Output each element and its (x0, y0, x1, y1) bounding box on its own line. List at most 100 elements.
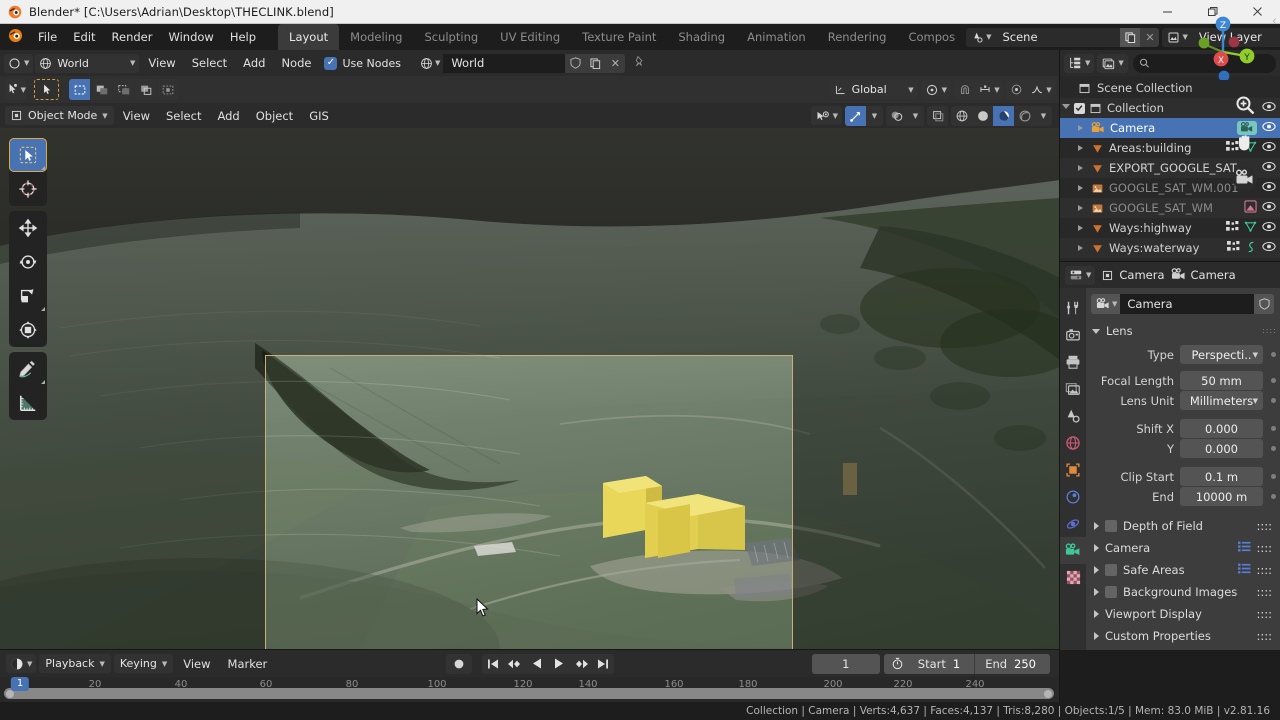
panel-camera[interactable]: Camera :::: (1086, 537, 1280, 559)
animate-property-dot[interactable] (1271, 446, 1276, 451)
visibility-selector[interactable]: ▼ (810, 106, 842, 125)
menu-help[interactable]: Help (222, 27, 264, 47)
timeline-scrollbar[interactable] (4, 688, 1054, 699)
editor-type-selector[interactable]: ▼ (4, 53, 34, 73)
view-layer-browse-button[interactable]: ▼ (1162, 27, 1191, 47)
tool-measure[interactable] (9, 386, 47, 420)
outliner-row-ways-highway[interactable]: Ways:highway (1060, 218, 1280, 238)
show-gizmo-toggle[interactable] (845, 105, 866, 126)
next-keyframe-button[interactable] (570, 654, 592, 674)
menu-edit[interactable]: Edit (65, 27, 103, 47)
vp-menu-select[interactable]: Select (159, 106, 208, 126)
shading-material-preview-button[interactable] (993, 105, 1014, 126)
auto-keying-button[interactable] (446, 653, 472, 674)
modifier-icon[interactable] (1226, 220, 1239, 236)
expand-toggle[interactable] (1072, 225, 1088, 231)
outliner-row-google-sat-wm[interactable]: GOOGLE_SAT_WM (1060, 198, 1280, 218)
depth-of-field-checkbox[interactable] (1105, 520, 1117, 532)
tab-modifiers[interactable] (1060, 483, 1086, 510)
tab-sculpting[interactable]: Sculpting (413, 24, 489, 50)
modifier-icon[interactable] (1227, 240, 1240, 256)
tab-texture-paint[interactable]: Texture Paint (571, 24, 667, 50)
tab-texture[interactable] (1060, 564, 1086, 591)
tab-tool[interactable] (1060, 294, 1086, 321)
visibility-eye-icon[interactable] (1262, 221, 1276, 235)
overlay-options-dropdown[interactable]: ▼ (907, 106, 924, 126)
menu-render[interactable]: Render (104, 27, 161, 47)
presets-list-icon[interactable] (1237, 541, 1251, 555)
shift-x-field[interactable]: 0.000 (1180, 419, 1263, 438)
collection-enable-checkbox[interactable] (1072, 102, 1086, 114)
select-subtract-button[interactable] (113, 79, 134, 100)
shader-type-selector[interactable]: World ▼ (35, 53, 140, 73)
select-box-button[interactable] (69, 79, 90, 100)
tab-modeling[interactable]: Modeling (339, 24, 413, 50)
tool-move[interactable] (9, 211, 47, 245)
timeline-playhead[interactable]: 1 (10, 677, 30, 691)
scene-name[interactable]: Scene (994, 27, 1121, 47)
tab-rendering[interactable]: Rendering (817, 24, 898, 50)
camera-view-icon[interactable] (1232, 166, 1258, 192)
presets-list-icon[interactable] (1237, 563, 1251, 577)
outliner-display-mode-selector[interactable]: ▼ (1064, 53, 1095, 73)
play-reverse-button[interactable] (526, 654, 548, 674)
tab-layout[interactable]: Layout (278, 24, 340, 50)
node-menu-add[interactable]: Add (236, 53, 272, 73)
proportional-edit-toggle[interactable] (1006, 80, 1027, 100)
menu-window[interactable]: Window (160, 27, 221, 47)
breadcrumb-object[interactable]: Camera (1101, 268, 1165, 282)
interaction-mode-selector[interactable]: Object Mode ▼ (5, 106, 114, 125)
world-unlink-button[interactable]: ✕ (605, 53, 626, 73)
expand-toggle[interactable] (1072, 205, 1088, 211)
tool-scale[interactable] (9, 279, 47, 313)
node-menu-view[interactable]: View (141, 53, 182, 73)
timeline-track[interactable]: 20 40 60 80 100 120 140 160 180 200 220 … (0, 677, 1060, 702)
expand-toggle[interactable] (1072, 145, 1088, 151)
prev-keyframe-button[interactable] (504, 654, 526, 674)
tab-animation[interactable]: Animation (736, 24, 817, 50)
visibility-eye-icon[interactable] (1262, 141, 1276, 155)
select-extend-button[interactable] (91, 79, 112, 100)
minimize-button[interactable] (1145, 0, 1190, 24)
outliner-properties-splitter[interactable] (1060, 261, 1280, 262)
navigation-gizmo[interactable]: Z Y X (1188, 10, 1258, 82)
panel-depth-of-field[interactable]: Depth of Field :::: (1086, 515, 1280, 537)
tool-select-box-active[interactable] (34, 79, 59, 100)
shift-y-field[interactable]: 0.000 (1180, 439, 1263, 458)
animate-property-dot[interactable] (1271, 378, 1276, 383)
fake-user-button[interactable] (1254, 294, 1274, 314)
outliner-filter-selector[interactable]: ▼ (1097, 53, 1128, 73)
material-icon[interactable] (1244, 200, 1257, 216)
visibility-eye-icon[interactable] (1262, 201, 1276, 215)
vp-menu-gis[interactable]: GIS (302, 106, 336, 126)
sidebar-collapse-icon[interactable]: ‹ (1272, 14, 1277, 29)
use-nodes-toggle[interactable]: ✓ Use Nodes (320, 56, 409, 70)
animate-property-dot[interactable] (1271, 474, 1276, 479)
gizmo-options-dropdown[interactable]: ▼ (866, 106, 883, 126)
visibility-eye-icon[interactable] (1262, 241, 1276, 255)
world-new-button[interactable] (585, 53, 606, 73)
expand-toggle[interactable] (1072, 185, 1088, 191)
animate-property-dot[interactable] (1271, 426, 1276, 431)
tab-render[interactable] (1060, 321, 1086, 348)
play-button[interactable] (548, 654, 570, 674)
outliner-row-ways-waterway[interactable]: Ways:waterway (1060, 238, 1280, 258)
horizontal-splitter[interactable] (0, 649, 1059, 650)
expand-toggle[interactable] (1060, 104, 1072, 112)
blender-menu-icon[interactable] (8, 28, 23, 46)
visibility-eye-icon[interactable] (1262, 121, 1276, 135)
jump-to-start-button[interactable] (482, 654, 504, 674)
world-fake-user-button[interactable] (565, 53, 586, 73)
visibility-eye-icon[interactable] (1262, 181, 1276, 195)
show-overlays-toggle[interactable] (886, 106, 907, 126)
transform-orientation-selector[interactable]: Global ▼ (829, 80, 918, 99)
lens-type-dropdown[interactable]: Perspecti.. ▼ (1180, 345, 1263, 364)
tab-uv-editing[interactable]: UV Editing (489, 24, 571, 50)
curve-data-icon[interactable] (1245, 240, 1257, 256)
vp-menu-add[interactable]: Add (210, 106, 246, 126)
tab-object-data[interactable] (1060, 537, 1086, 564)
lens-panel-header[interactable]: Lens :::: (1086, 321, 1280, 341)
vp-menu-view[interactable]: View (116, 106, 157, 126)
toggle-xray-button[interactable] (927, 106, 948, 126)
focal-length-field[interactable]: 50 mm (1180, 371, 1263, 390)
